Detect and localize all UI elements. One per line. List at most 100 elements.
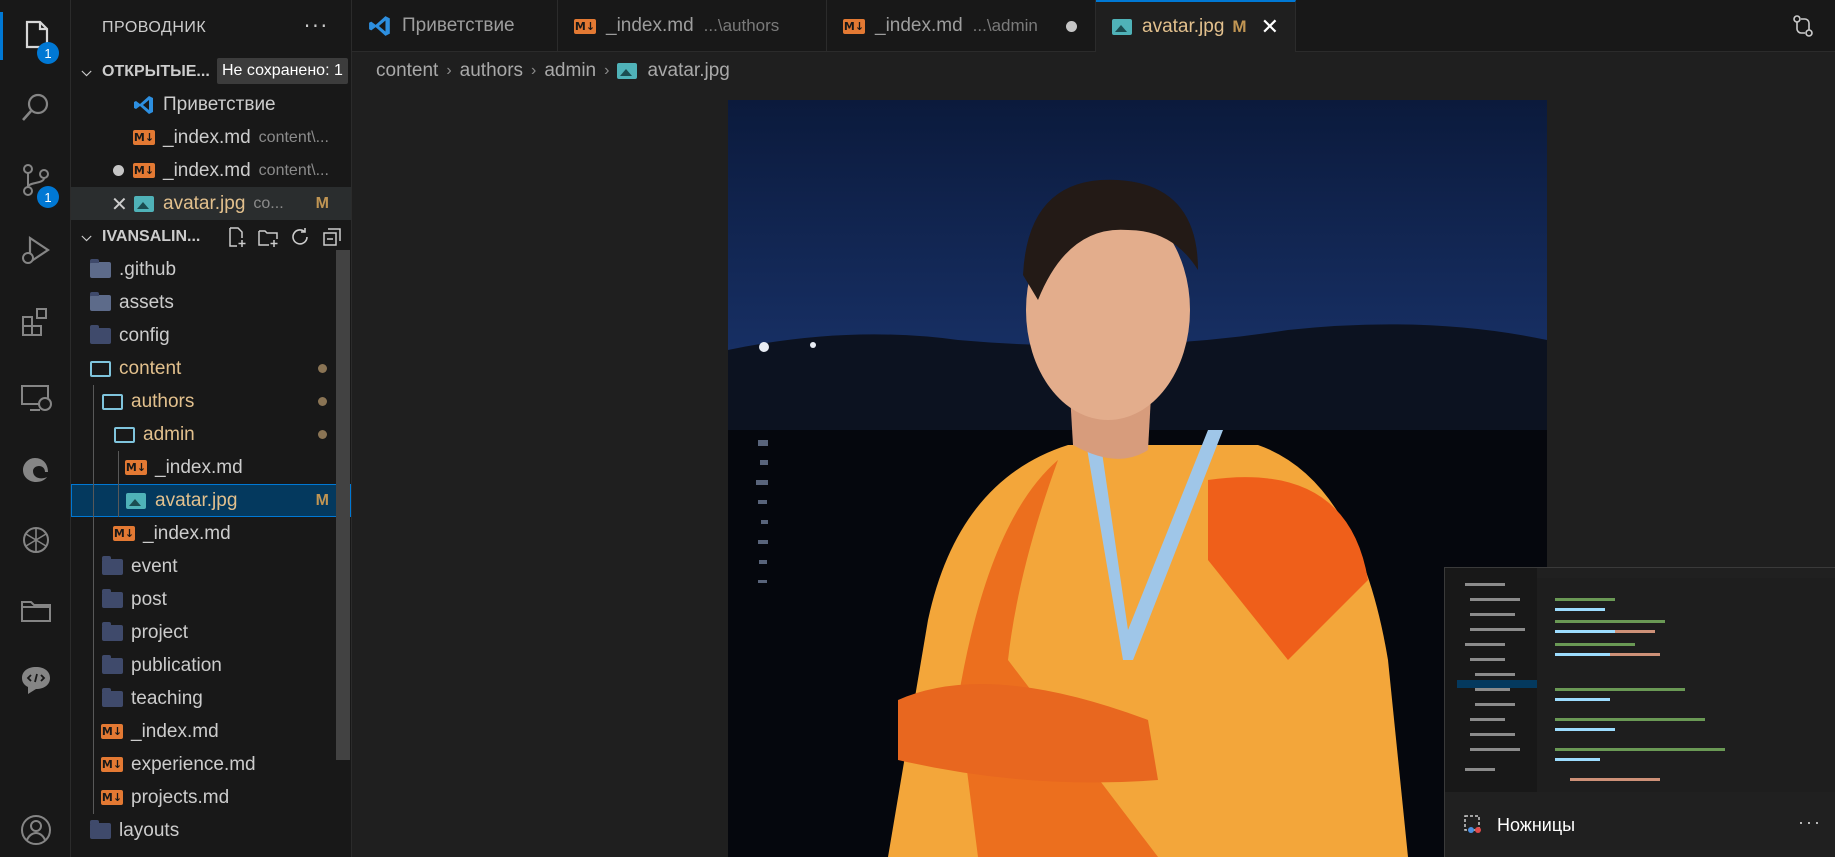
tab-welcome[interactable]: Приветствие [352,0,558,52]
markdown-icon: M↓ [125,460,147,475]
tree-label: config [119,324,170,346]
markdown-icon: M↓ [101,724,123,739]
remote-explorer-button[interactable] [0,368,71,428]
folder-icon [101,621,123,644]
close-icon[interactable]: ✕ [111,192,128,217]
tree-folder[interactable]: project [71,616,351,649]
modified-dot-icon [318,397,327,406]
tree-file[interactable]: M↓ _index.md [71,715,351,748]
collapse-all-icon[interactable] [319,224,345,250]
folder-icon [89,324,111,347]
refresh-icon[interactable] [287,224,313,250]
open-editor-item[interactable]: Приветствие [71,88,351,121]
tree-folder[interactable]: content [71,352,351,385]
more-actions-icon[interactable]: ··· [304,14,329,38]
markdown-icon: M↓ [843,18,865,34]
unsaved-dot-icon[interactable] [1066,20,1077,32]
activity-bar: 1 1 [0,0,71,857]
markdown-icon: M↓ [113,526,135,541]
tree-file[interactable]: avatar.jpg M [71,484,351,517]
more-options-icon[interactable]: ··· [1798,812,1822,833]
vscode-icon [133,94,155,116]
tree-file[interactable]: M↓ _index.md [71,517,351,550]
tree-label: experience.md [131,753,256,775]
close-icon[interactable]: ✕ [1261,14,1279,40]
screenshot-thumbnail[interactable] [1445,568,1835,792]
tree-folder[interactable]: assets [71,286,351,319]
open-editor-item[interactable]: M↓ _index.md content\... [71,121,351,154]
sidebar-scrollbar[interactable] [336,250,350,760]
tree-label: content [119,357,182,379]
tab-avatar[interactable]: avatar.jpg M ✕ [1096,0,1296,52]
chatgpt-button[interactable] [0,510,71,570]
tab-label: _index.md [875,15,963,36]
tree-label: layouts [119,819,180,841]
codegpt-button[interactable] [0,650,71,710]
breadcrumb-item[interactable]: authors [460,60,523,82]
notification-bar: Ножницы ··· [1445,792,1835,857]
tab-authors-index[interactable]: M↓ _index.md ...\authors [558,0,827,52]
breadcrumb-item[interactable]: avatar.jpg [647,60,729,82]
project-folder-header[interactable]: ⌵ IVANSALIN... [71,220,351,253]
tree-folder[interactable]: publication [71,649,351,682]
snipping-tool-notification[interactable]: Ножницы ··· [1444,567,1835,857]
open-editor-name: avatar.jpg [163,192,246,214]
tree-folder[interactable]: teaching [71,682,351,715]
markdown-icon: M↓ [101,757,123,772]
project-manager-button[interactable] [0,580,71,640]
folder-icon [89,819,111,842]
search-button[interactable] [0,78,71,138]
breadcrumb-item[interactable]: admin [544,60,596,82]
breadcrumb: content › authors › admin › avatar.jpg [376,56,730,86]
tab-label: Приветствие [402,15,515,36]
tree-file[interactable]: M↓ projects.md [71,781,351,814]
source-control-button[interactable]: 1 [0,150,71,210]
tree-folder[interactable]: .github [71,253,351,286]
tree-label: event [131,555,178,577]
edge-button[interactable] [0,440,71,500]
tree-label: _index.md [143,522,231,544]
markdown-icon: M↓ [133,130,155,145]
tree-label: authors [131,390,195,412]
tree-label: teaching [131,687,203,709]
tab-label: avatar.jpg [1142,16,1225,37]
tree-file[interactable]: M↓ _index.md [71,451,351,484]
breadcrumb-item[interactable]: content [376,60,438,82]
modified-status: M [315,491,329,509]
open-editor-item[interactable]: ✕ avatar.jpg co... M [71,187,351,220]
tree-folder[interactable]: layouts [71,814,351,847]
open-editors-header[interactable]: ⌵ ОТКРЫТЫЕ... Не сохранено: 1 [71,55,351,88]
chevron-down-icon: ⌵ [81,63,92,79]
tree-label: project [131,621,189,643]
search-icon [21,93,48,121]
folders-icon [20,601,51,622]
tree-folder[interactable]: post [71,583,351,616]
folder-open-icon [113,424,135,446]
project-label: IVANSALIN... [102,227,201,245]
open-editor-item[interactable]: M↓ _index.md content\... [71,154,351,187]
tree-file[interactable]: M↓ experience.md [71,748,351,781]
new-folder-icon[interactable] [255,224,281,250]
chevron-right-icon: › [446,62,452,79]
tree-folder[interactable]: config [71,319,351,352]
tree-folder[interactable]: authors [71,385,351,418]
extensions-button[interactable] [0,292,71,352]
open-editor-name: _index.md [163,126,251,148]
image-icon [125,490,147,512]
unsaved-dot-icon [113,165,124,176]
new-file-icon[interactable] [223,224,249,250]
run-debug-button[interactable] [0,220,71,280]
accounts-button[interactable] [0,800,71,857]
tree-folder[interactable]: event [71,550,351,583]
unsaved-badge: Не сохранено: 1 [217,58,348,84]
tab-path: ...\admin [972,16,1038,35]
image-preview [728,100,1547,857]
explorer-button[interactable]: 1 [0,6,71,66]
tab-admin-index[interactable]: M↓ _index.md ...\admin [827,0,1096,52]
chevron-right-icon: › [531,62,537,79]
compare-layout-icon[interactable] [1791,14,1815,38]
open-editor-name: _index.md [163,159,251,181]
image-icon [617,63,638,79]
tree-folder[interactable]: admin [71,418,351,451]
account-icon [20,815,51,845]
